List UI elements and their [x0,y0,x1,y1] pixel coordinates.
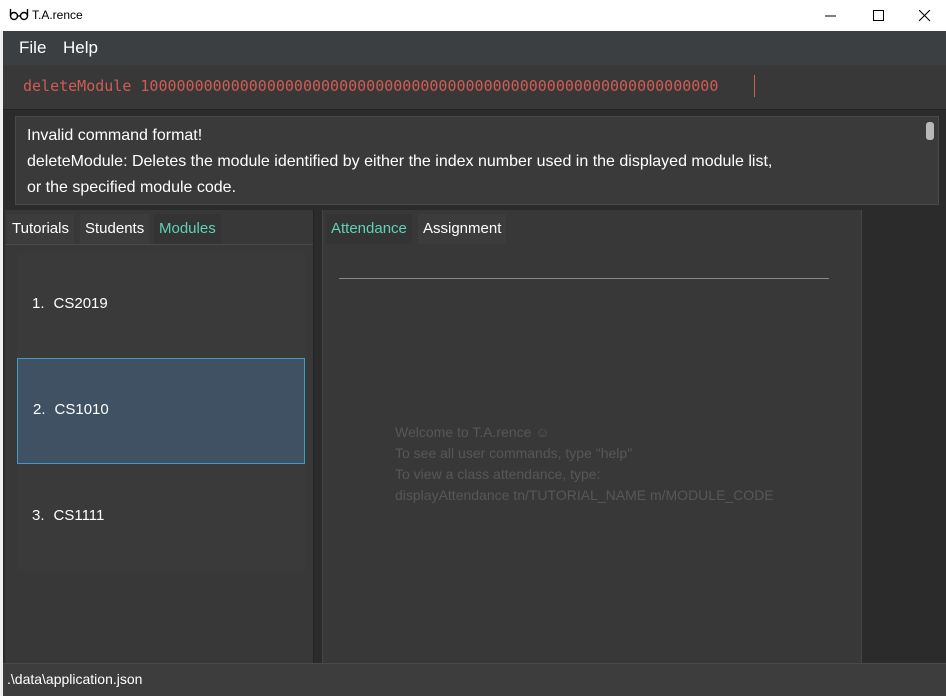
module-index: 2. [33,401,46,418]
module-card-selected[interactable]: 2. CS1010 [17,358,305,464]
module-label: 3. CS1111 [32,507,104,524]
command-input[interactable]: deleteModule 100000000000000000000000000… [23,77,718,95]
close-button[interactable] [902,0,946,31]
status-bar: .\data\application.json [3,663,946,696]
module-card[interactable]: 1. CS2019 [17,253,305,359]
maximize-icon [873,10,884,21]
tab-tutorials[interactable]: Tutorials [7,214,74,244]
tab-assignment[interactable]: Assignment [418,214,507,244]
minimize-button[interactable] [808,0,854,31]
welcome-line: To view a class attendance, type: [395,466,601,482]
right-tab-bar: Attendance Assignment [323,214,861,244]
left-panel: Tutorials Students Modules 1. CS2019 2. CS… [5,210,314,663]
module-label: 1. CS2019 [32,295,108,312]
welcome-line: displayAttendance tn/TUTORIAL_NAME m/MOD… [395,487,774,503]
minimize-icon [825,15,836,17]
tab-modules[interactable]: Modules [154,214,221,244]
welcome-line: Welcome to T.A.rence ☺ [395,424,550,440]
result-line: Invalid command format! [27,127,203,144]
result-display[interactable]: Invalid command format! deleteModule: De… [15,116,939,205]
module-label: 2. CS1010 [33,401,109,418]
tab-attendance[interactable]: Attendance [326,214,412,244]
menu-help[interactable]: Help [63,38,98,58]
maximize-button[interactable] [856,0,902,31]
result-line: or the specified module code. [27,179,237,196]
title-bar: T.A.rence [0,0,946,31]
welcome-line: To see all user commands, type "help" [395,445,633,461]
scrollbar-thumb[interactable] [926,122,934,140]
save-location: .\data\application.json [7,671,143,687]
divider [339,278,829,279]
result-line: deleteModule: Deletes the module identif… [27,153,773,170]
module-index: 3. [32,507,45,524]
module-card[interactable]: 3. CS1111 [17,465,305,571]
window-title: T.A.rence [32,8,83,22]
result-panel: Invalid command format! deleteModule: De… [3,110,946,210]
right-panel: Attendance Assignment Welcome to T.A.ren… [322,210,862,663]
text-caret [754,75,755,97]
close-icon [919,10,931,22]
module-code: CS1111 [53,507,105,524]
menu-bar: File Help [3,31,946,65]
welcome-message: Welcome to T.A.rence ☺ To see all user c… [395,422,774,506]
left-tab-bar: Tutorials Students Modules [5,214,313,245]
module-list: 1. CS2019 2. CS1010 3. CS1111 [17,253,305,571]
glasses-icon [9,9,29,21]
menu-file[interactable]: File [19,38,46,58]
command-box[interactable]: deleteModule 100000000000000000000000000… [3,65,946,110]
module-code: CS1010 [54,401,109,418]
tab-students[interactable]: Students [80,214,150,244]
module-index: 1. [32,295,45,312]
module-code: CS2019 [53,295,108,312]
